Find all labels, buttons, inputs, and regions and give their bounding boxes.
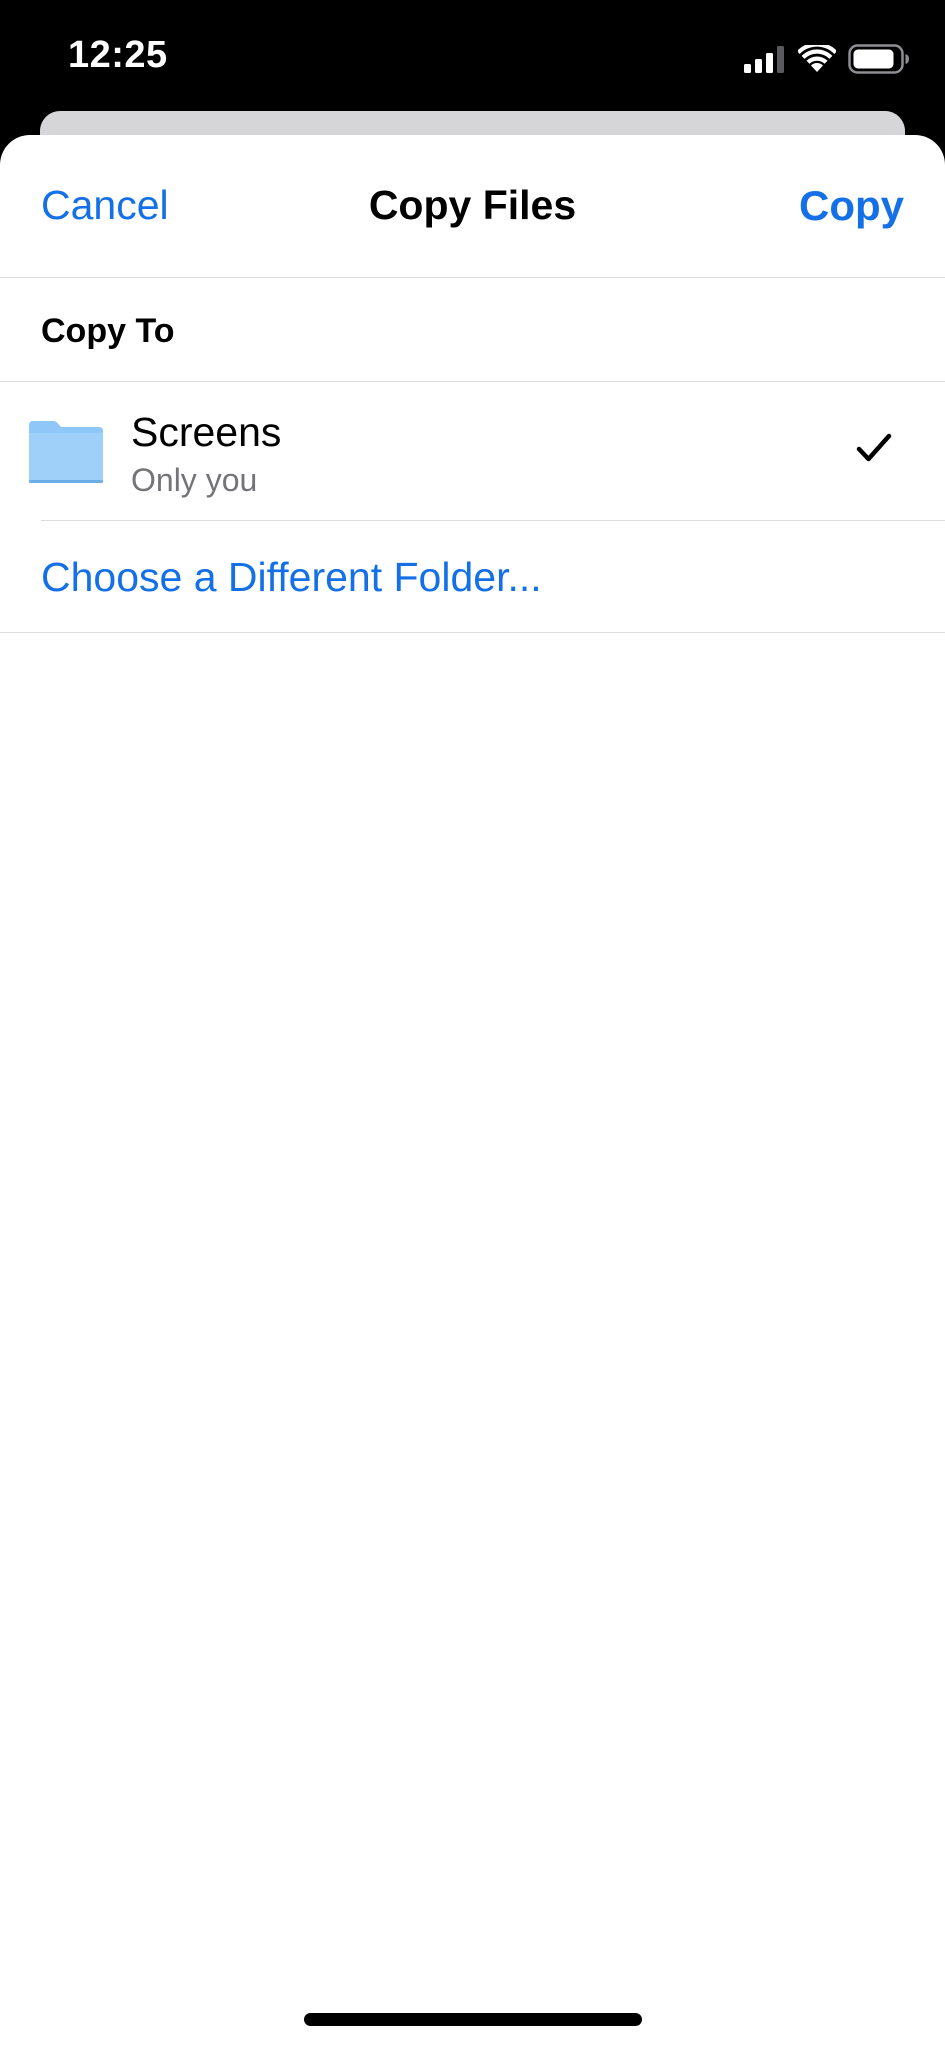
- status-time: 12:25: [68, 34, 168, 76]
- copy-button[interactable]: Copy: [799, 182, 904, 230]
- home-indicator[interactable]: [304, 2013, 642, 2026]
- choose-different-folder-row[interactable]: Choose a Different Folder...: [0, 521, 945, 633]
- choose-different-folder-button[interactable]: Choose a Different Folder...: [41, 554, 542, 601]
- copy-files-sheet: Cancel Copy Files Copy Copy To Screens O…: [0, 135, 945, 2048]
- checkmark-icon: [856, 433, 892, 462]
- status-icons: [744, 42, 910, 76]
- screen: 12:25 Cancel Copy Files Copy Copy To Scr…: [0, 0, 945, 2048]
- folder-name: Screens: [131, 409, 282, 455]
- folder-icon: [29, 421, 103, 483]
- battery-icon: [848, 44, 909, 74]
- navigation-bar: Cancel Copy Files Copy: [0, 135, 945, 278]
- status-bar: 12:25: [0, 0, 945, 112]
- folder-sharing-status: Only you: [131, 462, 258, 498]
- copy-to-section-header: Copy To: [0, 278, 945, 382]
- destination-folder-row[interactable]: Screens Only you: [0, 382, 945, 521]
- wifi-icon: [798, 45, 836, 72]
- cellular-signal-icon: [744, 46, 784, 73]
- section-header-label: Copy To: [41, 312, 175, 350]
- cancel-button[interactable]: Cancel: [41, 182, 169, 229]
